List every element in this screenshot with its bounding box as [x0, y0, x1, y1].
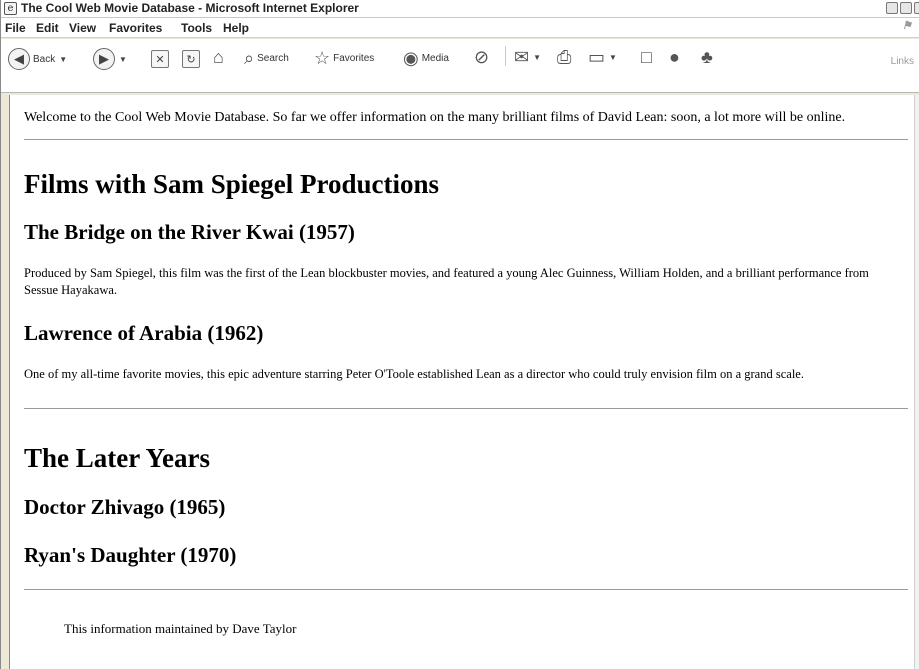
toolbar-separator: [505, 46, 506, 66]
film-title-lawrence: Lawrence of Arabia (1962): [24, 321, 264, 345]
menu-help[interactable]: Help: [223, 21, 249, 35]
menu-bar: File Edit View Favorites Tools Help ⚑: [1, 18, 919, 38]
stop-icon: ✕: [151, 50, 169, 68]
search-label: Search: [257, 53, 289, 64]
menu-file[interactable]: File: [5, 21, 26, 35]
home-button[interactable]: ⌂: [213, 47, 224, 68]
chevron-down-icon: ▼: [609, 53, 617, 62]
horizontal-rule: [24, 408, 908, 410]
edit-button[interactable]: ▭ ▼: [588, 47, 617, 68]
home-icon: ⌂: [213, 47, 224, 67]
horizontal-rule: [24, 589, 908, 591]
close-button[interactable]: [914, 2, 919, 14]
menu-tools[interactable]: Tools: [181, 21, 212, 35]
page-icon: □: [641, 47, 652, 67]
discuss-icon: ●: [669, 47, 680, 67]
title-bar: e The Cool Web Movie Database - Microsof…: [1, 0, 919, 18]
menu-edit[interactable]: Edit: [36, 21, 59, 35]
film-description-lawrence: One of my all-time favorite movies, this…: [24, 367, 804, 381]
edit-icon: ▭: [588, 47, 606, 67]
history-icon: ⊘: [474, 47, 490, 67]
media-button[interactable]: ◉ Media: [403, 48, 449, 69]
stop-button[interactable]: ✕: [151, 50, 169, 68]
footer-text: This information maintained by Dave Tayl…: [64, 621, 297, 636]
forward-icon: ▶: [93, 48, 115, 70]
favorites-button[interactable]: ☆ Favorites: [314, 48, 374, 69]
chevron-down-icon: ▼: [533, 53, 542, 62]
messenger-button[interactable]: ♣: [701, 47, 713, 68]
media-icon: ◉: [403, 48, 419, 68]
media-label: Media: [421, 53, 449, 64]
menu-view[interactable]: View: [69, 21, 96, 35]
forward-button[interactable]: ▶ ▼: [93, 48, 127, 70]
vertical-scrollbar[interactable]: [914, 95, 919, 669]
toolbar: ◀ Back ▼ ▶ ▼ ✕ ↻ ⌂ ⌕ Search ☆ Favorites …: [1, 39, 919, 93]
minimize-button[interactable]: [886, 2, 898, 14]
ie-logo-icon: e: [4, 2, 17, 15]
history-button[interactable]: ⊘: [474, 47, 489, 68]
print-icon: ⎙: [557, 47, 572, 67]
links-label[interactable]: Links: [891, 56, 914, 67]
film-description-bridge: Produced by Sam Spiegel, this film was t…: [24, 266, 869, 297]
back-icon: ◀: [8, 48, 30, 70]
messenger-icon: ♣: [701, 47, 713, 67]
refresh-button[interactable]: ↻: [182, 50, 200, 68]
film-title-zhivago: Doctor Zhivago (1965): [24, 495, 226, 519]
chevron-down-icon: ▼: [59, 54, 68, 64]
favorites-label: Favorites: [333, 53, 375, 64]
browser-window: e The Cool Web Movie Database - Microsof…: [0, 0, 919, 669]
back-label: Back: [33, 53, 56, 65]
welcome-text: Welcome to the Cool Web Movie Database. …: [24, 110, 846, 125]
window-title: The Cool Web Movie Database - Microsoft …: [21, 1, 359, 15]
window-controls: [886, 2, 919, 14]
film-title-bridge: The Bridge on the River Kwai (1957): [24, 220, 355, 244]
back-button[interactable]: ◀ Back ▼: [8, 48, 67, 70]
mail-button[interactable]: ✉ ▼: [514, 47, 541, 68]
film-title-ryans-daughter: Ryan's Daughter (1970): [24, 543, 237, 567]
print-button[interactable]: ⎙: [557, 47, 571, 68]
mail-icon: ✉: [514, 47, 530, 67]
section-heading-spiegel: Films with Sam Spiegel Productions: [24, 169, 440, 199]
section-heading-later-years: The Later Years: [24, 443, 210, 473]
search-button[interactable]: ⌕ Search: [244, 48, 289, 69]
chevron-down-icon: ▼: [119, 54, 127, 64]
favorites-star-icon: ☆: [314, 48, 331, 68]
blank-page-button[interactable]: □: [641, 47, 652, 68]
page-viewport: Welcome to the Cool Web Movie Database. …: [9, 95, 914, 669]
menu-favorites[interactable]: Favorites: [109, 21, 162, 35]
refresh-icon: ↻: [182, 50, 200, 68]
search-icon: ⌕: [244, 48, 255, 68]
horizontal-rule: [24, 139, 908, 141]
windows-flag-icon: ⚑: [902, 19, 912, 32]
discuss-button[interactable]: ●: [669, 47, 680, 68]
maximize-button[interactable]: [900, 2, 912, 14]
